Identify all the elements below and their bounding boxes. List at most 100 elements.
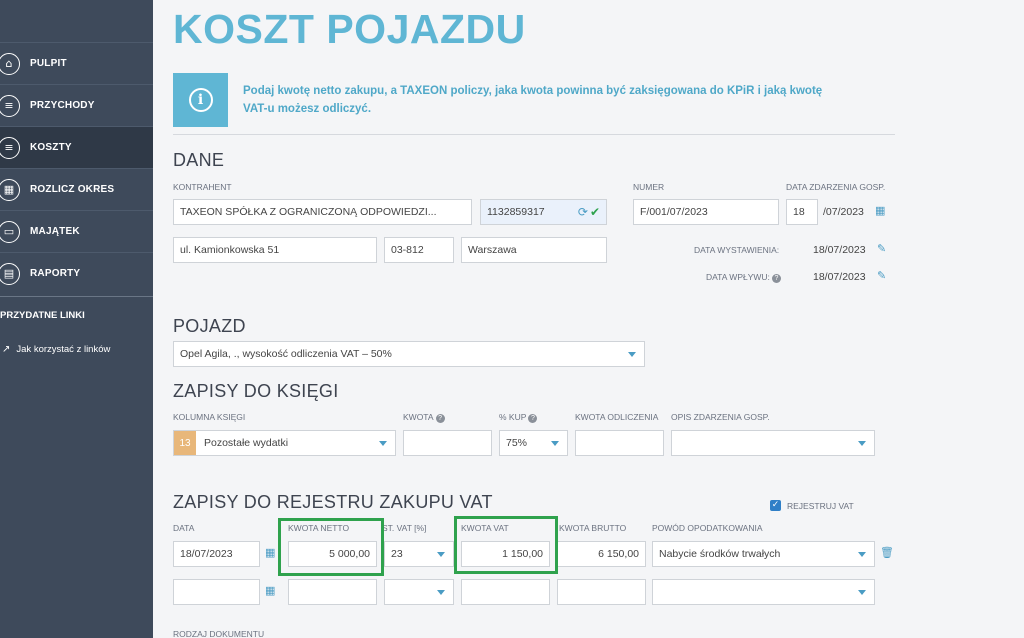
coins-icon: ≡ — [0, 136, 20, 159]
data-wystawienia-label: DATA WYSTAWIENIA: — [694, 245, 780, 255]
rejestruj-vat-checkbox[interactable]: ✓ — [770, 500, 781, 511]
data-wplywu-value: 18/07/2023 — [813, 271, 866, 283]
stawka-select[interactable]: 23 — [384, 541, 454, 567]
data-wystawienia-value: 18/07/2023 — [813, 244, 866, 256]
section-vat-heading: ZAPISY DO REJESTRU ZAKUPU VAT — [173, 492, 493, 512]
data-zdarzenia-label: DATA ZDARZENIA GOSP. — [786, 182, 886, 192]
chevron-down-icon — [437, 590, 445, 595]
data-wplywu-label-text: DATA WPŁYWU: — [706, 272, 770, 282]
sidebar-item-label: RAPORTY — [30, 268, 81, 279]
data-zdarzenia-day-field[interactable]: 18 — [786, 199, 818, 225]
opis-select[interactable] — [671, 430, 875, 456]
info-text: Podaj kwotę netto zakupu, a TAXEON polic… — [243, 85, 823, 115]
check-icon: ✔ — [589, 205, 600, 219]
calculator-icon: ▦ — [0, 178, 20, 201]
vat-data-value: 18/07/2023 — [180, 548, 233, 560]
refresh-icon[interactable]: ⟳ — [578, 205, 588, 219]
brutto-field[interactable]: 6 150,00 — [557, 541, 646, 567]
chevron-down-icon — [437, 552, 445, 557]
kup-label-text: % KUP — [499, 412, 527, 422]
chevron-down-icon — [628, 352, 636, 357]
chevron-down-icon — [379, 441, 387, 446]
brutto-label: KWOTA BRUTTO — [559, 523, 627, 533]
sidebar-item-raporty[interactable]: ▤ RAPORTY — [0, 252, 153, 294]
data-zdarzenia-day: 18 — [793, 206, 805, 218]
powod-value: Nabycie środków trwałych — [659, 548, 781, 560]
netto-field-2[interactable] — [288, 579, 377, 605]
info-box: i — [173, 73, 228, 127]
kwota-odliczenia-field[interactable] — [575, 430, 664, 456]
sidebar-item-rozlicz-okres[interactable]: ▦ ROZLICZ OKRES — [0, 168, 153, 210]
nip-value: 1132859317 — [487, 206, 545, 218]
city-value: Warszawa — [468, 244, 517, 256]
kolumna-select[interactable]: Pozostałe wydatki — [173, 430, 396, 456]
pojazd-selected: Opel Agila, ., wysokość odliczenia VAT –… — [180, 348, 392, 360]
sidebar: ⌂ PULPIT ≡ PRZYCHODY ≡ KOSZTY ▦ ROZLICZ … — [0, 0, 153, 638]
vat-data-field-2[interactable] — [173, 579, 260, 605]
stawka-label: ST. VAT [%] — [382, 523, 427, 533]
kwota-odliczenia-label: KWOTA ODLICZENIA — [575, 412, 659, 422]
pencil-icon[interactable]: ✎ — [877, 242, 886, 255]
calendar-icon[interactable]: ▦ — [265, 546, 275, 559]
sidebar-item-przychody[interactable]: ≡ PRZYCHODY — [0, 84, 153, 126]
powod-select[interactable]: Nabycie środków trwałych — [652, 541, 875, 567]
sidebar-item-label: KOSZTY — [30, 142, 72, 153]
chevron-down-icon — [858, 552, 866, 557]
kwota-label: KWOTA? — [403, 412, 445, 423]
vat-data-field[interactable]: 18/07/2023 — [173, 541, 260, 567]
kolumna-value: Pozostałe wydatki — [204, 437, 289, 449]
city-field[interactable]: Warszawa — [461, 237, 607, 263]
help-icon[interactable]: ? — [771, 274, 781, 283]
powod-select-2[interactable] — [652, 579, 875, 605]
kontrahent-label: KONTRAHENT — [173, 182, 232, 192]
kwota-field[interactable] — [403, 430, 492, 456]
street-field[interactable]: ul. Kamionkowska 51 — [173, 237, 377, 263]
reports-icon: ▤ — [0, 262, 20, 285]
kontrahent-value: TAXEON SPÓŁKA Z OGRANICZONĄ ODPOWIEDZI..… — [180, 206, 437, 218]
divider — [173, 134, 895, 135]
chevron-down-icon — [858, 590, 866, 595]
calendar-icon[interactable]: ▦ — [875, 204, 885, 217]
opis-label: OPIS ZDARZENIA GOSP. — [671, 412, 770, 422]
nip-field[interactable]: 1132859317 ⟳ ✔ — [480, 199, 607, 225]
kup-label: % KUP? — [499, 412, 538, 423]
pojazd-select[interactable]: Opel Agila, ., wysokość odliczenia VAT –… — [173, 341, 645, 367]
home-icon: ⌂ — [0, 52, 20, 75]
sidebar-item-pulpit[interactable]: ⌂ PULPIT — [0, 42, 153, 84]
stawka-select-2[interactable] — [384, 579, 454, 605]
kolumna-number-badge: 13 — [174, 431, 196, 455]
laptop-icon: ▭ — [0, 220, 20, 243]
section-ksiega-heading: ZAPISY DO KSIĘGI — [173, 381, 339, 401]
numer-field[interactable]: F/001/07/2023 — [633, 199, 779, 225]
sidebar-item-label: MAJĄTEK — [30, 226, 80, 237]
info-icon: i — [188, 88, 213, 112]
sidebar-item-label: PRZYCHODY — [30, 100, 95, 111]
brutto-value: 6 150,00 — [598, 548, 639, 560]
vat-data-label: DATA — [173, 523, 195, 533]
brutto-field-2[interactable] — [557, 579, 646, 605]
calendar-icon[interactable]: ▦ — [265, 584, 275, 597]
rejestruj-vat-label: REJESTRUJ VAT — [787, 501, 854, 511]
kup-select[interactable]: 75% — [499, 430, 568, 456]
street-value: ul. Kamionkowska 51 — [180, 244, 280, 256]
section-dane-heading: DANE — [173, 150, 225, 170]
help-icon[interactable]: ? — [435, 414, 445, 423]
sidebar-item-koszty[interactable]: ≡ KOSZTY — [0, 126, 153, 168]
chevron-down-icon — [858, 441, 866, 446]
rodzaj-dokumentu-label: RODZAJ DOKUMENTU — [173, 629, 265, 638]
pencil-icon[interactable]: ✎ — [877, 269, 886, 282]
useful-link[interactable]: ↗ Jak korzystać z linków — [2, 344, 110, 355]
kontrahent-field[interactable]: TAXEON SPÓŁKA Z OGRANICZONĄ ODPOWIEDZI..… — [173, 199, 472, 225]
sidebar-item-majatek[interactable]: ▭ MAJĄTEK — [0, 210, 153, 252]
useful-link-label: Jak korzystać z linków — [16, 344, 111, 355]
highlight-kwota-vat — [454, 516, 558, 574]
powod-label: POWÓD OPODATKOWANIA — [652, 523, 763, 533]
kwota-vat-field-2[interactable] — [461, 579, 550, 605]
chevron-down-icon — [551, 441, 559, 446]
trash-icon[interactable]: 🗑 — [880, 546, 894, 559]
numer-value: F/001/07/2023 — [640, 206, 708, 218]
postal-code-value: 03-812 — [391, 244, 424, 256]
highlight-netto — [278, 518, 384, 576]
postal-code-field[interactable]: 03-812 — [384, 237, 454, 263]
help-icon[interactable]: ? — [528, 414, 538, 423]
